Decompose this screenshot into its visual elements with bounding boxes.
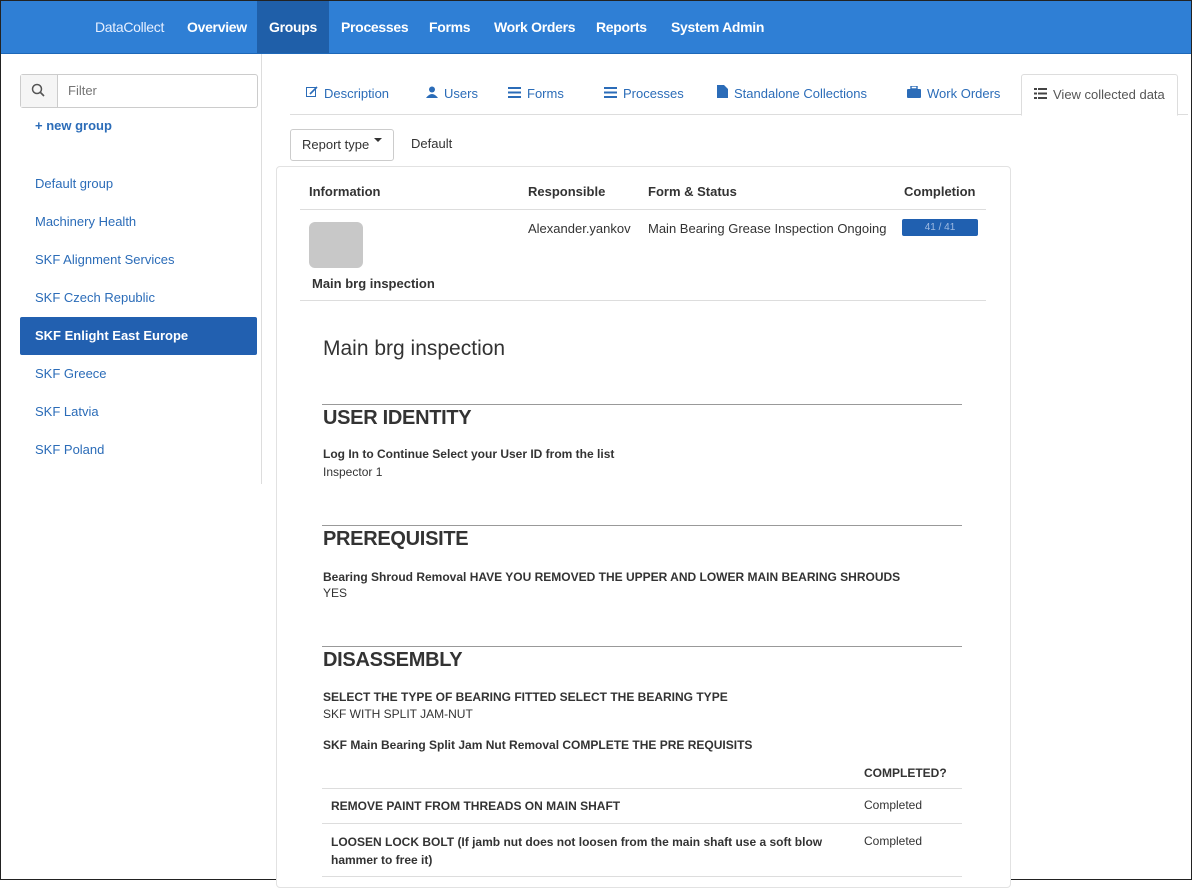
tab-label: View collected data: [1053, 87, 1165, 102]
section-heading-prerequisite: PREREQUISITE: [323, 528, 469, 550]
nav-work-orders[interactable]: Work Orders: [482, 1, 587, 53]
group-list: Default group Machinery Health SKF Align…: [20, 165, 257, 469]
nav-groups[interactable]: Groups: [257, 1, 329, 53]
report-type-value: Default: [411, 136, 453, 151]
question-label: SELECT THE TYPE OF BEARING FITTED SELECT…: [323, 690, 728, 704]
row-divider: [300, 300, 986, 301]
group-item-skf-latvia[interactable]: SKF Latvia: [20, 393, 257, 431]
col-header-information: Information: [309, 184, 381, 199]
tab-description[interactable]: Description: [294, 74, 401, 114]
answer-value: Inspector 1: [323, 465, 383, 479]
file-icon: [717, 74, 728, 114]
checklist-status: Completed: [864, 834, 923, 848]
thumbnail-image[interactable]: [309, 222, 363, 268]
top-navbar: DataCollect Overview Groups Processes Fo…: [1, 1, 1191, 54]
groups-sidebar: + new group Default group Machinery Heal…: [1, 54, 262, 484]
tab-processes[interactable]: Processes: [592, 74, 696, 114]
tab-label: Work Orders: [927, 86, 1001, 101]
tab-label: Forms: [527, 86, 564, 101]
checklist-divider: [322, 876, 962, 877]
answer-value: SKF WITH SPLIT JAM-NUT: [323, 707, 473, 721]
record-name[interactable]: Main brg inspection: [312, 276, 435, 291]
group-item-skf-greece[interactable]: SKF Greece: [20, 355, 257, 393]
caret-down-icon: [374, 138, 383, 142]
tab-forms[interactable]: Forms: [496, 74, 576, 114]
section-divider: [322, 646, 962, 647]
checklist-divider: [322, 788, 962, 789]
section-divider: [322, 525, 962, 526]
question-label: Log In to Continue Select your User ID f…: [323, 447, 615, 461]
completion-progress-bar: 41 / 41: [902, 219, 978, 236]
report-title: Main brg inspection: [323, 337, 506, 360]
tab-work-orders[interactable]: Work Orders: [895, 74, 1012, 114]
user-icon: [426, 74, 438, 114]
completion-label: 41 / 41: [924, 222, 956, 233]
tab-view-collected-data[interactable]: View collected data: [1021, 74, 1178, 116]
report-type-label: Report type: [302, 137, 370, 152]
brand-link[interactable]: DataCollect: [83, 1, 176, 53]
group-item-skf-alignment-services[interactable]: SKF Alignment Services: [20, 241, 257, 279]
search-icon: [21, 75, 58, 107]
filter-box: [20, 74, 258, 108]
nav-processes[interactable]: Processes: [329, 1, 420, 53]
section-heading-user-identity: USER IDENTITY: [323, 407, 472, 429]
group-item-skf-czech-republic[interactable]: SKF Czech Republic: [20, 279, 257, 317]
tab-standalone-collections[interactable]: Standalone Collections: [705, 74, 879, 114]
checklist-task: LOOSEN LOCK BOLT (If jamb nut does not l…: [331, 835, 823, 867]
report-type-dropdown[interactable]: Report type: [290, 129, 395, 161]
record-responsible: Alexander.yankov: [528, 221, 631, 236]
list-icon: [508, 74, 521, 114]
group-item-machinery-health[interactable]: Machinery Health: [20, 203, 257, 241]
group-tabs: Description Users Forms Processes Standa…: [290, 74, 1188, 116]
col-header-form-status: Form & Status: [648, 184, 737, 199]
tab-label: Description: [324, 86, 390, 101]
tab-label: Processes: [623, 86, 684, 101]
list-icon: [1034, 75, 1047, 115]
group-item-skf-enlight-east-europe[interactable]: SKF Enlight East Europe: [20, 317, 257, 355]
new-group-link[interactable]: + new group: [35, 118, 112, 133]
record-form-status: Main Bearing Grease Inspection Ongoing: [648, 221, 887, 236]
col-header-responsible: Responsible: [528, 184, 606, 199]
tab-label: Standalone Collections: [734, 86, 867, 101]
question-label: Bearing Shroud Removal HAVE YOU REMOVED …: [323, 570, 901, 584]
nav-forms[interactable]: Forms: [417, 1, 482, 53]
nav-reports[interactable]: Reports: [584, 1, 659, 53]
header-divider: [300, 209, 986, 210]
group-item-skf-poland[interactable]: SKF Poland: [20, 431, 257, 469]
checklist-status: Completed: [864, 798, 923, 812]
answer-value: YES: [323, 586, 348, 600]
briefcase-icon: [907, 74, 921, 114]
section-divider: [322, 404, 962, 405]
tab-label: Users: [444, 86, 478, 101]
filter-input[interactable]: [68, 75, 248, 107]
list-icon: [604, 74, 617, 114]
edit-icon: [306, 74, 318, 114]
section-heading-disassembly: DISASSEMBLY: [323, 649, 463, 671]
col-header-completion: Completion: [904, 184, 976, 199]
question-label: SKF Main Bearing Split Jam Nut Removal C…: [323, 738, 753, 752]
checklist-task: REMOVE PAINT FROM THREADS ON MAIN SHAFT: [331, 799, 621, 813]
col-header-completed: COMPLETED?: [864, 766, 947, 780]
checklist-divider: [322, 823, 962, 824]
nav-overview[interactable]: Overview: [175, 1, 259, 53]
nav-system-admin[interactable]: System Admin: [659, 1, 776, 53]
tab-users[interactable]: Users: [414, 74, 490, 114]
group-item-default-group[interactable]: Default group: [20, 165, 257, 203]
